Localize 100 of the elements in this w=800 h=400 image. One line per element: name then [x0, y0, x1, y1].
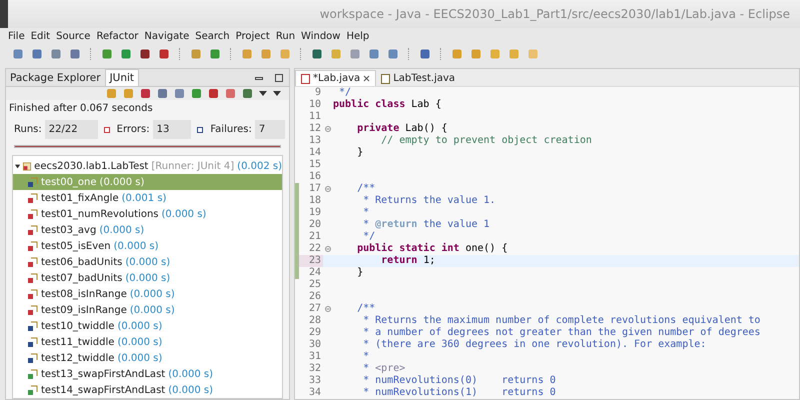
menu-item[interactable]: Search	[192, 30, 233, 42]
test-time: (0.002 s)	[237, 160, 282, 172]
test-row[interactable]: test14_swapFirstAndLast (0.000 s)	[13, 382, 282, 398]
line-number: 19	[308, 207, 322, 219]
test-result-icon	[27, 384, 38, 396]
test-time: (0.000 s)	[168, 384, 214, 396]
test-row[interactable]: test13_swapFirstAndLast (0.000 s)	[13, 366, 282, 382]
test-time: (0.000 s)	[117, 352, 162, 364]
menu-item[interactable]: Window	[298, 30, 344, 42]
test-row[interactable]: test01_fixAngle (0.001 s)	[13, 190, 282, 206]
menu-item[interactable]: Help	[343, 30, 372, 42]
code-line: private Lab() {	[356, 123, 448, 135]
line-number: 9	[314, 87, 322, 99]
line-number: 14	[308, 147, 322, 159]
line-number: 28	[308, 315, 322, 327]
test-result-icon	[27, 352, 38, 364]
test-row[interactable]: test08_isInRange (0.000 s)	[13, 286, 282, 302]
code-line: *	[362, 207, 370, 219]
test-suite-name[interactable]: eecs2030.lab1.LabTest	[34, 160, 148, 172]
line-number: 26	[308, 291, 322, 303]
view-menu-icon[interactable]	[271, 90, 283, 97]
runner-label: [Runner: JUnit 4]	[151, 160, 234, 172]
counter-label: Errors:	[116, 124, 150, 135]
test-row[interactable]: test09_isInRange (0.000 s)	[13, 302, 282, 318]
test-time: (0.000 s)	[117, 320, 162, 332]
line-number: 16	[308, 171, 322, 183]
line-number: 32	[308, 363, 322, 375]
test-time: (0.000 s)	[168, 368, 214, 380]
test-time: (0.000 s)	[162, 208, 206, 220]
close-icon[interactable]	[363, 75, 370, 82]
line-number: 15	[308, 159, 322, 171]
line-number: 24	[308, 267, 322, 279]
test-result-icon	[27, 320, 38, 332]
test-name: test03_avg	[41, 224, 96, 236]
code-line: }	[356, 267, 364, 279]
test-name: test14_swapFirstAndLast	[41, 384, 166, 396]
menu-item[interactable]: Refactor	[93, 30, 142, 42]
code-line: */	[338, 87, 352, 98]
counter-value: 22/22	[44, 120, 98, 139]
fold-icon[interactable]	[325, 126, 331, 132]
code-line: }	[356, 147, 364, 159]
fold-icon[interactable]	[325, 246, 331, 252]
test-row[interactable]: test11_twiddle (0.000 s)	[13, 334, 282, 350]
window-title: workspace - Java - EECS2030_Lab1_Part1/src/eecs2030/lab1/Lab.java - Eclipse	[320, 7, 790, 21]
test-time: (0.000 s)	[125, 256, 170, 268]
test-name: test07_badUnits	[41, 272, 122, 284]
menu-item[interactable]: File	[5, 30, 28, 42]
test-result-icon	[27, 192, 38, 204]
test-result-icon	[27, 368, 38, 380]
menu-item[interactable]: Project	[232, 30, 273, 42]
test-time: (0.000 s)	[114, 240, 158, 252]
editor-tab[interactable]: *Lab.java	[295, 70, 376, 86]
test-result-icon	[27, 208, 38, 220]
code-line: * Returns the maximum number of complete revolutions equivalent to	[362, 315, 760, 327]
test-result-icon	[27, 240, 38, 252]
test-row[interactable]: test06_badUnits (0.000 s)	[13, 254, 282, 270]
line-number: 27	[308, 303, 322, 315]
code-line: // empty to prevent object creation	[380, 135, 592, 147]
line-number: 13	[308, 135, 322, 147]
code-line: /**	[356, 303, 376, 315]
fold-icon[interactable]	[325, 306, 331, 312]
test-row[interactable]: test10_twiddle (0.000 s)	[13, 318, 282, 334]
code-line: return 1;	[380, 255, 436, 267]
test-name: test06_badUnits	[41, 256, 122, 268]
view-tab[interactable]: JUnit	[104, 69, 140, 86]
code-line: public class Lab {	[333, 99, 442, 111]
fold-icon[interactable]	[325, 186, 331, 192]
test-row[interactable]: test12_twiddle (0.000 s)	[13, 350, 282, 366]
test-row[interactable]: test05_isEven (0.000 s)	[13, 238, 282, 254]
editor-tab[interactable]: LabTest.java	[376, 71, 460, 86]
test-result-icon	[27, 288, 38, 300]
test-time: (0.000 s)	[125, 272, 170, 284]
test-name: test01_numRevolutions	[41, 208, 159, 220]
counter-label: Runs:	[13, 124, 42, 135]
menu-item[interactable]: Navigate	[141, 30, 192, 42]
view-tab[interactable]: Package Explorer	[6, 70, 105, 86]
line-number: 12	[308, 123, 322, 135]
test-name: test11_twiddle	[41, 336, 114, 348]
test-row[interactable]: test01_numRevolutions (0.000 s)	[13, 206, 282, 222]
test-name: test09_isInRange	[41, 304, 127, 316]
test-result-icon	[27, 336, 38, 348]
test-result-icon	[27, 176, 38, 188]
menu-item[interactable]: Source	[53, 30, 94, 42]
code-line: public static int one() {	[356, 243, 508, 255]
caret-icon[interactable]	[257, 90, 269, 97]
menu-item[interactable]: Edit	[28, 30, 54, 42]
failure-icon	[197, 126, 204, 132]
code-line: /**	[356, 183, 376, 195]
test-name: test13_swapFirstAndLast	[41, 368, 166, 380]
menu-item[interactable]: Run	[272, 30, 298, 42]
line-number: 34	[308, 387, 322, 399]
counter-value: 7	[254, 120, 286, 139]
test-row[interactable]: test07_badUnits (0.000 s)	[13, 270, 282, 286]
line-number: 33	[308, 375, 322, 387]
line-number: 18	[308, 195, 322, 207]
code-line: * (there are 360 degrees in one revolution). For example:	[362, 339, 706, 351]
code-line: * <pre>	[362, 363, 406, 375]
test-name: test00_one	[41, 176, 97, 188]
expand-arrow-icon[interactable]	[15, 162, 20, 170]
test-row[interactable]: test03_avg (0.000 s)	[13, 222, 282, 238]
